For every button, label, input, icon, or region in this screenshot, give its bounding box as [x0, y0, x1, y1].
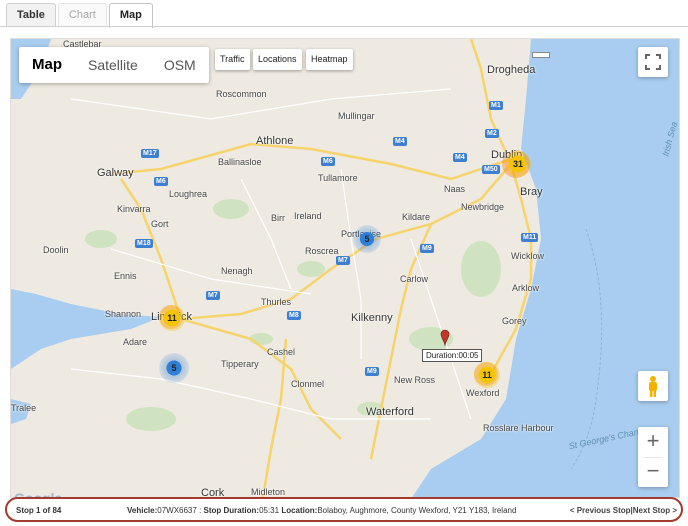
- road-shield: M2: [485, 129, 499, 138]
- place-label: Rosslare Harbour: [483, 423, 554, 433]
- pegman-icon: [649, 376, 657, 397]
- place-label: Adare: [123, 337, 148, 347]
- place-label: Athlone: [256, 135, 294, 147]
- map-type-satellite[interactable]: Satellite: [75, 47, 151, 83]
- place-label: Ballinasloe: [218, 157, 262, 167]
- place-label: Tullamore: [318, 173, 358, 183]
- road-shield: M7: [336, 256, 350, 265]
- road-shield: M7: [206, 291, 220, 300]
- place-label: Newbridge: [461, 202, 505, 212]
- stop-details: Vehicle:07WX6637 : Stop Duration:05:31 L…: [127, 506, 516, 515]
- stop-counter: Stop 1 of 84: [16, 506, 62, 515]
- previous-stop-link[interactable]: < Previous Stop: [570, 506, 631, 515]
- map-type-map[interactable]: Map: [19, 47, 75, 83]
- road-shield: M8: [287, 311, 301, 320]
- tab-table[interactable]: Table: [6, 3, 56, 27]
- zoom-in-button[interactable]: +: [638, 427, 668, 457]
- vehicle-label: Vehicle:: [127, 506, 158, 515]
- place-label: Gorey: [502, 316, 527, 326]
- place-label: Tralee: [11, 403, 37, 413]
- place-label: Wexford: [466, 388, 500, 398]
- road-shield: M11: [521, 233, 539, 242]
- locations-layer-button[interactable]: Locations: [253, 49, 302, 70]
- place-label: Thurles: [261, 297, 292, 307]
- place-label: Kinvarra: [117, 204, 151, 214]
- marker-cluster[interactable]: 11: [159, 305, 185, 331]
- fullscreen-button[interactable]: [638, 47, 668, 77]
- place-label: Drogheda: [487, 64, 536, 76]
- map-base-layer: [11, 39, 679, 497]
- tab-chart: Chart: [57, 3, 107, 27]
- duration-label: Stop Duration:: [203, 506, 260, 515]
- place-label: Cashel: [267, 347, 296, 357]
- road-shield: M4: [453, 153, 467, 162]
- zoom-control: + −: [638, 427, 668, 487]
- road-shield: M6: [154, 177, 168, 186]
- marker-tooltip: Duration:00:05: [422, 349, 483, 362]
- view-tabs: Table Chart Map: [6, 3, 155, 28]
- place-label: Birr: [271, 213, 285, 223]
- place-label: Gort: [151, 219, 169, 229]
- place-label: Kilkenny: [351, 312, 393, 324]
- road-shield: M18: [135, 239, 153, 248]
- road-shield: M9: [420, 244, 434, 253]
- zoom-out-button[interactable]: −: [638, 458, 668, 487]
- fullscreen-icon: [645, 54, 661, 70]
- stop-status-bar: Stop 1 of 84 Vehicle:07WX6637 : Stop Dur…: [5, 497, 683, 522]
- place-label: Mullingar: [338, 111, 375, 121]
- duration-value: 05:31: [259, 506, 280, 515]
- place-label: Galway: [97, 167, 134, 179]
- place-label: Wicklow: [511, 251, 544, 261]
- marker-cluster[interactable]: 5: [353, 225, 381, 253]
- place-label: Waterford: [366, 406, 414, 418]
- place-label: Doolin: [43, 245, 69, 255]
- place-label: Tipperary: [221, 359, 259, 369]
- place-label: Carlow: [400, 274, 429, 284]
- vehicle-value: 07WX6637: [157, 506, 197, 515]
- place-label: Nenagh: [221, 266, 253, 276]
- street-view-button[interactable]: [638, 371, 668, 401]
- place-label: Ennis: [114, 271, 137, 281]
- place-label: Loughrea: [169, 189, 208, 199]
- road-shield: M9: [365, 367, 379, 376]
- traffic-layer-button[interactable]: Traffic: [215, 49, 250, 70]
- next-stop-link[interactable]: Next Stop >: [633, 506, 677, 515]
- place-label: Roscommon: [216, 89, 267, 99]
- stop-navigation: < Previous Stop|Next Stop >: [570, 506, 677, 515]
- road-shield: M17: [141, 149, 159, 158]
- place-label: Midleton: [251, 487, 286, 497]
- place-label: Clonmel: [291, 379, 325, 389]
- location-label: Location:: [281, 506, 318, 515]
- place-label: Shannon: [105, 309, 142, 319]
- tab-map[interactable]: Map: [108, 3, 153, 28]
- road-shield: M4: [393, 137, 407, 146]
- road-shield: M6: [321, 157, 335, 166]
- marker-cluster[interactable]: 11: [474, 362, 500, 388]
- place-label: Arklow: [512, 283, 540, 293]
- place-label: Castlebar: [63, 39, 102, 49]
- tab-divider: [0, 26, 688, 27]
- place-label: Ireland: [294, 211, 322, 221]
- marker-cluster[interactable]: 5: [159, 353, 189, 383]
- heatmap-layer-button[interactable]: Heatmap: [306, 49, 353, 70]
- marker-cluster[interactable]: 31: [505, 151, 531, 177]
- place-label: Kildare: [402, 212, 431, 222]
- road-shield: M50: [482, 165, 500, 174]
- place-label: New Ross: [394, 375, 436, 385]
- scale-indicator: [532, 52, 550, 58]
- place-label: Roscrea: [305, 246, 339, 256]
- road-shield: M1: [489, 101, 503, 110]
- place-label: Bray: [520, 186, 543, 198]
- place-label: Naas: [444, 184, 466, 194]
- location-value: Bolaboy, Aughmore, County Wexford, Y21 Y…: [317, 506, 517, 515]
- map-type-control: Map Satellite OSM: [19, 47, 209, 83]
- map-type-osm[interactable]: OSM: [151, 47, 209, 83]
- detail-separator: :: [196, 506, 204, 515]
- map-canvas[interactable]: Map Satellite OSM Traffic Locations Heat…: [10, 38, 680, 498]
